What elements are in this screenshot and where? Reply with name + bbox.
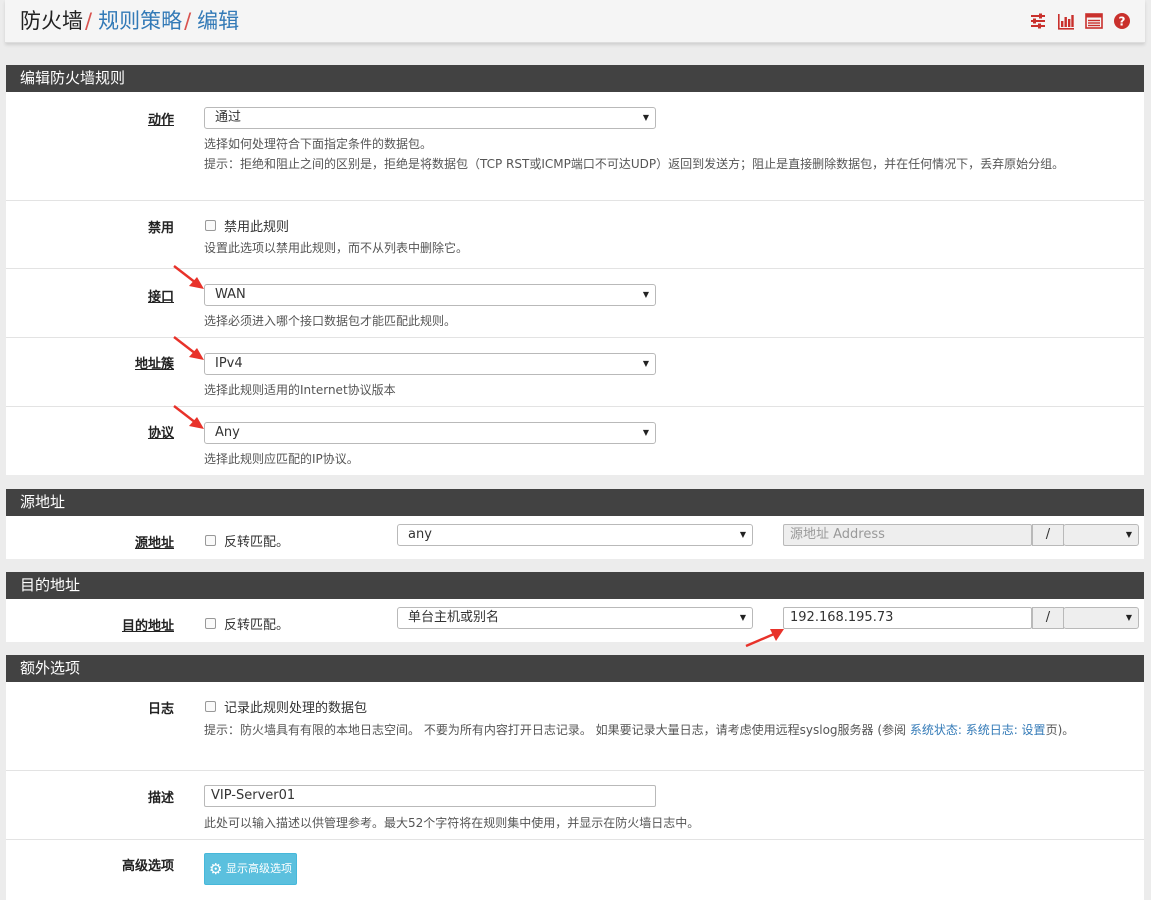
destination-mask-separator: / [1032, 607, 1064, 629]
header-icons: ? [1029, 12, 1131, 30]
destination-panel: 目的地址 目的地址 反转匹配。 单台主机或别名 ▼ 192.168.195.73 … [6, 572, 1144, 642]
breadcrumb-separator: / [184, 9, 192, 33]
advanced-row: 高级选项 ⚙ 显示高级选项 [6, 839, 1144, 900]
svg-text:?: ? [1119, 15, 1126, 29]
panel-title: 编辑防火墙规则 [6, 65, 1144, 92]
breadcrumb-firewall[interactable]: 防火墙 [20, 9, 83, 33]
help-icon[interactable]: ? [1113, 12, 1131, 30]
disabled-label: 禁用 [147, 221, 174, 236]
log-help-text: 提示：防火墙具有有限的本地日志空间。 不要为所有内容打开日志记录。 如果要记录大… [204, 723, 910, 737]
chevron-down-icon: ▼ [1125, 613, 1132, 622]
panel-title: 源地址 [6, 489, 1144, 516]
chevron-down-icon: ▼ [642, 290, 649, 299]
protocol-select[interactable]: Any ▼ [204, 422, 656, 444]
log-checkbox-label: 记录此规则处理的数据包 [224, 701, 368, 716]
breadcrumb-edit[interactable]: 编辑 [197, 9, 239, 33]
breadcrumb-rules[interactable]: 规则策略 [98, 9, 182, 33]
extra-options-panel: 额外选项 日志 记录此规则处理的数据包 提示：防火墙具有有限的本地日志空间。 不… [6, 655, 1144, 900]
destination-type-select[interactable]: 单台主机或别名 ▼ [397, 607, 753, 629]
gear-icon: ⚙ [209, 860, 223, 878]
log-checkbox[interactable] [205, 701, 216, 712]
source-panel: 源地址 源地址 反转匹配。 any ▼ 源地址 Address / ▼ [6, 489, 1144, 559]
log-row: 日志 记录此规则处理的数据包 提示：防火墙具有有限的本地日志空间。 不要为所有内… [6, 682, 1144, 770]
destination-invert-label: 反转匹配。 [224, 618, 290, 633]
chevron-down-icon: ▼ [1125, 530, 1132, 539]
annotation-arrow-interface [173, 265, 204, 289]
page-header: 防火墙/规则策略/编辑 ? [5, 0, 1145, 43]
action-select[interactable]: 通过 ▼ [204, 107, 656, 129]
source-mask-separator: / [1032, 524, 1064, 546]
source-mask-select[interactable]: ▼ [1063, 524, 1139, 546]
panel-title: 目的地址 [6, 572, 1144, 599]
destination-label: 目的地址 [121, 619, 174, 634]
chevron-down-icon: ▼ [642, 113, 649, 122]
syslog-settings-link[interactable]: 系统状态: 系统日志: 设置 [910, 723, 1046, 737]
source-address-input[interactable]: 源地址 Address [783, 524, 1032, 546]
panel-title: 额外选项 [6, 655, 1144, 682]
breadcrumb: 防火墙/规则策略/编辑 [20, 8, 239, 34]
chevron-down-icon: ▼ [642, 359, 649, 368]
destination-invert-checkbox[interactable] [205, 618, 216, 629]
source-label: 源地址 [134, 536, 174, 551]
interface-help: 选择必须进入哪个接口数据包才能匹配此规则。 [204, 314, 457, 328]
log-label: 日志 [147, 702, 174, 717]
description-help: 此处可以输入描述以供管理参考。最大52个字符将在规则集中使用，并显示在防火墙日志… [204, 816, 700, 830]
disable-rule-checkbox-label: 禁用此规则 [224, 220, 290, 235]
description-input[interactable]: VIP-Server01 [204, 785, 656, 807]
address-family-help: 选择此规则适用的Internet协议版本 [204, 383, 396, 397]
destination-row: 目的地址 反转匹配。 单台主机或别名 ▼ 192.168.195.73 / ▼ [6, 599, 1144, 642]
action-label: 动作 [147, 113, 174, 128]
address-family-select[interactable]: IPv4 ▼ [204, 353, 656, 375]
source-row: 源地址 反转匹配。 any ▼ 源地址 Address / ▼ [6, 516, 1144, 559]
protocol-value: Any [215, 425, 240, 440]
log-help-suffix: 页)。 [1045, 723, 1075, 737]
disabled-help: 设置此选项以禁用此规则，而不从列表中删除它。 [204, 241, 469, 255]
annotation-arrow-destination [745, 629, 784, 648]
interface-select[interactable]: WAN ▼ [204, 284, 656, 306]
disabled-row: 禁用 禁用此规则 设置此选项以禁用此规则，而不从列表中删除它。 [6, 200, 1144, 268]
chevron-down-icon: ▼ [642, 428, 649, 437]
source-invert-checkbox[interactable] [205, 535, 216, 546]
table-icon[interactable] [1085, 12, 1103, 30]
show-advanced-label: 显示高级选项 [225, 862, 292, 875]
source-invert-label: 反转匹配。 [224, 535, 290, 550]
interface-value: WAN [215, 287, 246, 302]
address-family-value: IPv4 [215, 356, 243, 371]
action-help-2: 提示：拒绝和阻止之间的区别是，拒绝是将数据包（TCP RST或ICMP端口不可达… [204, 157, 1065, 171]
breadcrumb-separator: / [85, 9, 93, 33]
description-label: 描述 [147, 791, 174, 806]
action-value: 通过 [215, 110, 242, 125]
action-help-1: 选择如何处理符合下面指定条件的数据包。 [204, 137, 433, 151]
action-row: 动作 通过 ▼ 选择如何处理符合下面指定条件的数据包。 提示：拒绝和阻止之间的区别… [6, 92, 1144, 200]
chevron-down-icon: ▼ [739, 530, 746, 539]
destination-type-value: 单台主机或别名 [408, 610, 500, 625]
log-help: 提示：防火墙具有有限的本地日志空间。 不要为所有内容打开日志记录。 如果要记录大… [204, 720, 1136, 740]
disable-rule-checkbox[interactable] [205, 220, 216, 231]
annotation-arrow-protocol [173, 405, 204, 429]
protocol-help: 选择此规则应匹配的IP协议。 [204, 452, 359, 466]
description-row: 描述 VIP-Server01 此处可以输入描述以供管理参考。最大52个字符将在… [6, 770, 1144, 839]
source-type-value: any [408, 527, 432, 542]
sliders-icon[interactable] [1029, 12, 1047, 30]
bar-chart-icon[interactable] [1057, 12, 1075, 30]
source-type-select[interactable]: any ▼ [397, 524, 753, 546]
advanced-label: 高级选项 [121, 859, 174, 874]
annotation-arrow-address-family [173, 336, 204, 360]
show-advanced-button[interactable]: ⚙ 显示高级选项 [204, 853, 297, 885]
destination-address-input[interactable]: 192.168.195.73 [783, 607, 1032, 629]
destination-mask-select[interactable]: ▼ [1063, 607, 1139, 629]
